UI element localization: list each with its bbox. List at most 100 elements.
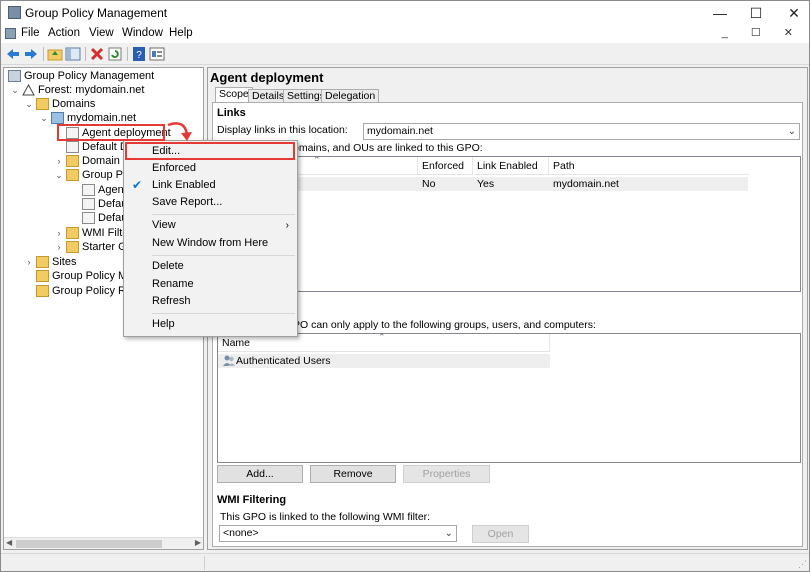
menu-item-enforced[interactable]: Enforced — [126, 160, 295, 177]
help-icon[interactable]: ? — [131, 46, 147, 62]
menu-item-new-window[interactable]: New Window from Here — [126, 235, 295, 252]
sites-icon — [36, 256, 49, 268]
toolbar-separator — [43, 47, 44, 61]
up-folder-icon[interactable] — [47, 46, 63, 62]
security-filter-list[interactable]: Name ⌃ Authenticated Users — [217, 332, 801, 463]
menu-item-view[interactable]: View › — [126, 217, 295, 234]
menu-item-refresh[interactable]: Refresh — [126, 293, 295, 310]
collapse-icon[interactable]: ⌄ — [39, 111, 49, 125]
menu-window[interactable]: Window — [122, 27, 163, 39]
folder-icon — [36, 98, 49, 110]
highlight-agent-deployment — [57, 124, 165, 141]
display-links-label: Display links in this location: — [217, 124, 348, 136]
expand-icon[interactable]: › — [54, 240, 64, 254]
title-bar: Group Policy Management — ☐ ✕ — [1, 1, 809, 25]
menu-action[interactable]: Action — [48, 27, 80, 39]
gpo-icon — [82, 212, 95, 224]
menu-help[interactable]: Help — [169, 27, 193, 39]
modeling-icon — [36, 270, 49, 282]
domain-icon — [51, 112, 64, 124]
links-column-link-enabled[interactable]: Link Enabled — [473, 157, 549, 175]
collapse-icon[interactable]: ⌄ — [54, 168, 64, 182]
toolbar-separator — [85, 47, 86, 61]
sort-ascending-icon: ⌃ — [313, 155, 321, 165]
scroll-right-icon[interactable]: ▶ — [195, 538, 201, 547]
folder-icon — [66, 241, 79, 253]
menu-bar: File Action View Window Help _ ☐ ✕ — [1, 25, 809, 43]
tree-horizontal-scrollbar[interactable]: ◀ ▶ — [4, 537, 203, 549]
menu-item-link-enabled[interactable]: ✔ Link Enabled — [126, 177, 295, 194]
add-button[interactable]: Add... — [217, 465, 303, 483]
menu-separator — [152, 313, 295, 314]
toolbar: ? — [1, 43, 809, 65]
mdi-window-controls[interactable]: _ ☐ ✕ — [722, 26, 803, 39]
menu-view[interactable]: View — [89, 27, 114, 39]
status-pane — [1, 556, 205, 570]
menu-separator — [152, 214, 295, 215]
toolbar-separator — [127, 47, 128, 61]
show-tree-icon[interactable] — [65, 46, 81, 62]
gpo-icon — [82, 198, 95, 210]
menu-item-delete[interactable]: Delete — [126, 258, 295, 275]
security-filtering-description: PO can only apply to the following group… — [293, 319, 596, 331]
menu-separator — [152, 255, 295, 256]
mdi-icon[interactable] — [5, 28, 16, 39]
links-description: omains, and OUs are linked to this GPO: — [293, 142, 483, 154]
context-menu: Edit... Enforced ✔ Link Enabled Save Rep… — [123, 140, 298, 337]
resize-grip-icon[interactable]: ⋰ — [798, 559, 807, 570]
users-group-icon — [222, 354, 236, 368]
submenu-arrow-icon: › — [285, 220, 289, 231]
location-dropdown[interactable]: mydomain.net ⌄ — [363, 123, 800, 140]
sort-ascending-icon: ⌃ — [378, 332, 386, 342]
maximize-button[interactable]: ☐ — [735, 1, 777, 25]
folder-icon — [66, 169, 79, 181]
cell-enforced: No — [422, 178, 436, 190]
expand-icon[interactable]: › — [54, 154, 64, 168]
gpo-title: Agent deployment — [210, 70, 324, 85]
properties-button[interactable]: Properties — [403, 465, 490, 483]
status-bar: ⋰ — [1, 553, 809, 571]
links-column-path[interactable]: Path — [549, 157, 749, 175]
wmi-filter-dropdown[interactable]: <none> ⌄ — [219, 525, 457, 542]
forest-icon — [22, 83, 35, 96]
open-button[interactable]: Open — [472, 525, 529, 543]
links-list[interactable]: ⌃ Enforced Link Enabled Path No Yes mydo… — [217, 155, 801, 292]
results-icon — [36, 285, 49, 297]
refresh-icon[interactable] — [107, 46, 123, 62]
properties-icon[interactable] — [149, 46, 165, 62]
forward-icon[interactable] — [23, 46, 39, 62]
close-button[interactable]: ✕ — [773, 1, 809, 25]
svg-text:?: ? — [136, 50, 142, 61]
menu-file[interactable]: File — [21, 27, 40, 39]
scroll-thumb[interactable] — [16, 540, 162, 548]
app-icon — [8, 6, 21, 19]
chevron-down-icon: ⌄ — [444, 528, 453, 539]
collapse-icon[interactable]: ⌄ — [10, 83, 20, 97]
menu-item-help[interactable]: Help — [126, 316, 295, 333]
cell-security-name: Authenticated Users — [236, 355, 331, 367]
remove-button[interactable]: Remove — [310, 465, 396, 483]
tab-delegation[interactable]: Delegation — [321, 89, 380, 103]
scope-tab-panel: Links Display links in this location: my… — [212, 102, 803, 547]
delete-icon[interactable] — [89, 46, 105, 62]
app-window: Group Policy Management — ☐ ✕ File Actio… — [0, 0, 810, 572]
highlight-edit — [125, 142, 295, 160]
collapse-icon[interactable]: ⌄ — [24, 97, 34, 111]
gpm-icon — [8, 70, 21, 82]
window-title: Group Policy Management — [25, 6, 168, 20]
wmi-filtering-heading: WMI Filtering — [217, 494, 287, 506]
cell-link-enabled: Yes — [477, 178, 495, 190]
gpo-link-icon — [66, 141, 79, 153]
cell-path: mydomain.net — [553, 178, 619, 190]
gpo-icon — [82, 184, 95, 196]
ou-icon — [66, 155, 79, 167]
expand-icon[interactable]: › — [54, 226, 64, 240]
expand-icon[interactable]: › — [24, 255, 34, 269]
links-column-enforced[interactable]: Enforced — [418, 157, 473, 175]
check-icon: ✔ — [132, 178, 143, 192]
menu-item-rename[interactable]: Rename — [126, 276, 295, 293]
back-icon[interactable] — [5, 46, 21, 62]
menu-item-save-report[interactable]: Save Report... — [126, 194, 295, 211]
links-heading: Links — [217, 107, 246, 119]
scroll-left-icon[interactable]: ◀ — [6, 538, 12, 547]
